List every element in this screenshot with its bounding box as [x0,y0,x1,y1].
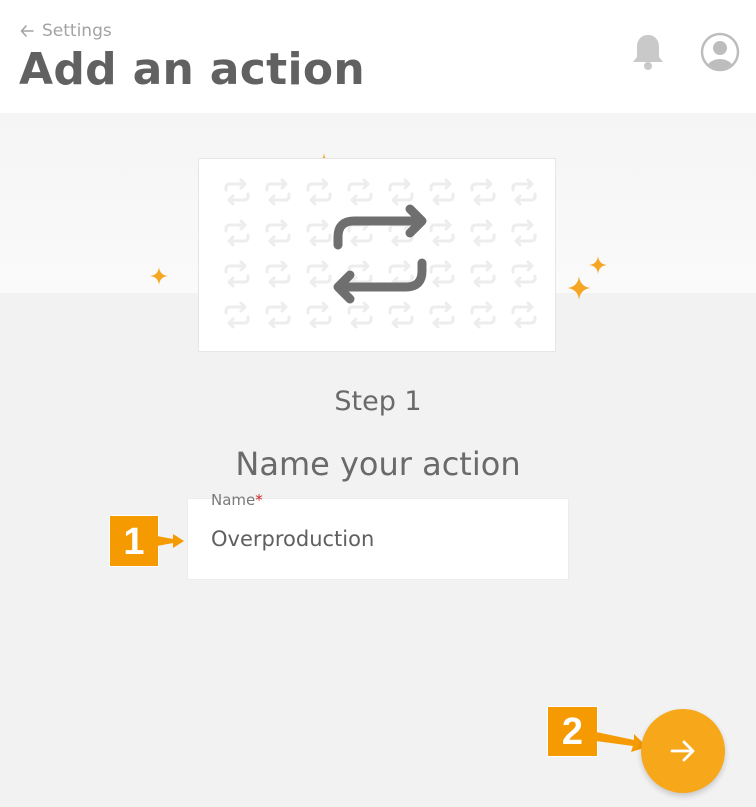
callout-badge-1: 1 [109,515,159,567]
pattern-repeat-icon [224,301,250,329]
pattern-repeat-icon [306,260,332,288]
pattern-repeat-icon [470,301,496,329]
pattern-repeat-icon [470,260,496,288]
repeat-icon-illustration [224,178,537,329]
page: Settings Add an action Step 1 Name your … [0,0,756,807]
sparkle-icon [150,267,168,285]
pattern-repeat-icon [511,219,537,247]
pattern-repeat-icon [470,219,496,247]
pattern-repeat-icon [429,178,455,206]
name-label-text: Name [211,491,256,509]
callout-pointer-1 [157,534,184,548]
name-input[interactable] [211,527,551,551]
pattern-repeat-icon [306,219,332,247]
pattern-repeat-icon [224,260,250,288]
back-link-label: Settings [42,21,112,41]
pattern-repeat-icon [306,178,332,206]
next-button[interactable] [641,709,725,793]
pattern-repeat-icon [511,178,537,206]
pattern-repeat-icon [347,301,373,329]
pattern-repeat-icon [224,219,250,247]
back-link[interactable]: Settings [20,21,112,41]
pattern-repeat-icon [429,219,455,247]
pattern-repeat-icon [265,301,291,329]
pattern-repeat-icon [388,301,414,329]
pattern-repeat-icon [265,178,291,206]
user-avatar-icon[interactable] [700,32,740,72]
sparkle-icon [567,276,591,300]
pattern-repeat-icon [347,178,373,206]
pattern-repeat-icon [511,260,537,288]
page-title: Add an action [19,44,366,95]
pattern-repeat-icon [306,301,332,329]
required-marker: * [255,491,263,509]
callout-badge-2: 2 [547,706,598,757]
sparkle-icon [589,256,607,274]
pattern-repeat-icon [388,178,414,206]
header: Settings Add an action [0,0,756,113]
pattern-repeat-icon [511,301,537,329]
action-illustration [198,158,556,352]
repeat-icon [333,204,427,304]
name-field-label: Name* [211,491,263,509]
name-field[interactable]: Name* [187,491,569,580]
pattern-repeat-icon [265,219,291,247]
arrow-right-icon [670,740,695,762]
pattern-repeat-icon [429,301,455,329]
step-label: Step 1 [334,386,422,417]
form-heading: Name your action [235,445,521,483]
bell-icon[interactable] [630,32,666,72]
pattern-repeat-icon [429,260,455,288]
pattern-repeat-icon [224,178,250,206]
pattern-repeat-icon [265,260,291,288]
arrow-left-icon [20,25,34,37]
pattern-repeat-icon [470,178,496,206]
